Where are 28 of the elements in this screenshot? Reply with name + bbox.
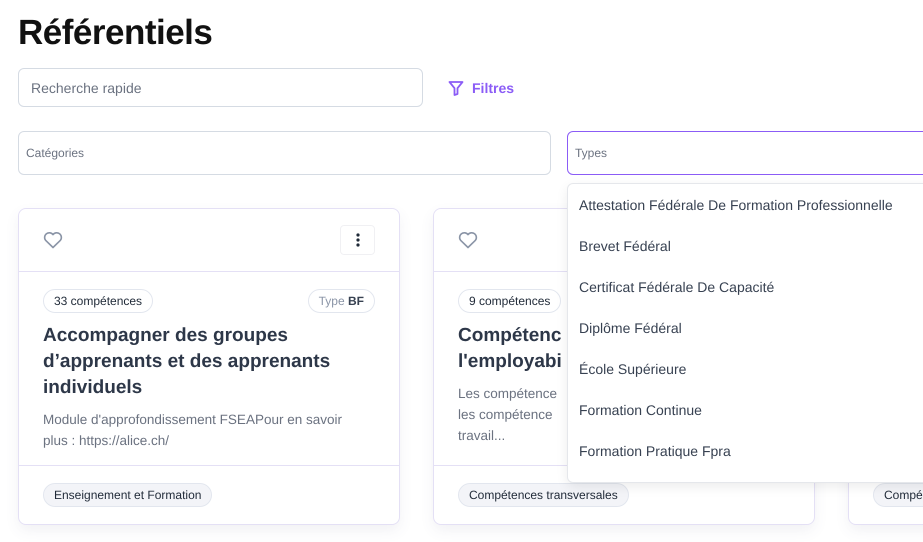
category-field[interactable]: Catégories	[18, 131, 551, 175]
dropdown-option[interactable]: Formation Pratique Fpra	[568, 439, 923, 480]
category-tag: Compé	[873, 483, 923, 507]
dropdown-option[interactable]: Diplôme Fédéral	[568, 316, 923, 357]
count-badge: 9 compétences	[458, 288, 562, 313]
search-field[interactable]: Recherche rapide	[18, 68, 423, 107]
dropdown-option[interactable]: Brevet Fédéral	[568, 234, 923, 275]
card-title: Compétenc l'employabi	[458, 324, 562, 374]
type-value: BF	[348, 294, 364, 308]
page-title: Référentiels	[18, 12, 214, 54]
category-tag: Enseignement et Formation	[43, 483, 212, 507]
dropdown-option[interactable]: Attestation Fédérale De Formation Professionnelle	[568, 193, 923, 234]
filter-icon	[448, 80, 464, 96]
type-label: Type	[318, 294, 345, 308]
types-field[interactable]: Types	[567, 131, 923, 175]
dropdown-option[interactable]: Certificat Fédérale De Capacité	[568, 275, 923, 316]
count-badge: 33 compétences	[43, 288, 154, 313]
heart-icon[interactable]	[43, 230, 63, 249]
heart-icon[interactable]	[458, 230, 478, 249]
card-description: Module d'approfondissement FSEAPour en savoir plus : https://alice.ch/	[43, 410, 342, 450]
category-tag: Compétences transversales	[458, 483, 629, 507]
more-icon	[356, 232, 360, 247]
card-title: Accompagner des groupes d’apprenants et des apprenants individuels	[43, 324, 330, 400]
filters-button[interactable]: Filtres	[448, 80, 514, 96]
more-button[interactable]	[340, 224, 375, 255]
dropdown-option[interactable]: Formation Continue	[568, 398, 923, 439]
card-description: Les compétence les compétence travail...	[458, 384, 558, 445]
dropdown-option[interactable]: École Supérieure	[568, 357, 923, 398]
